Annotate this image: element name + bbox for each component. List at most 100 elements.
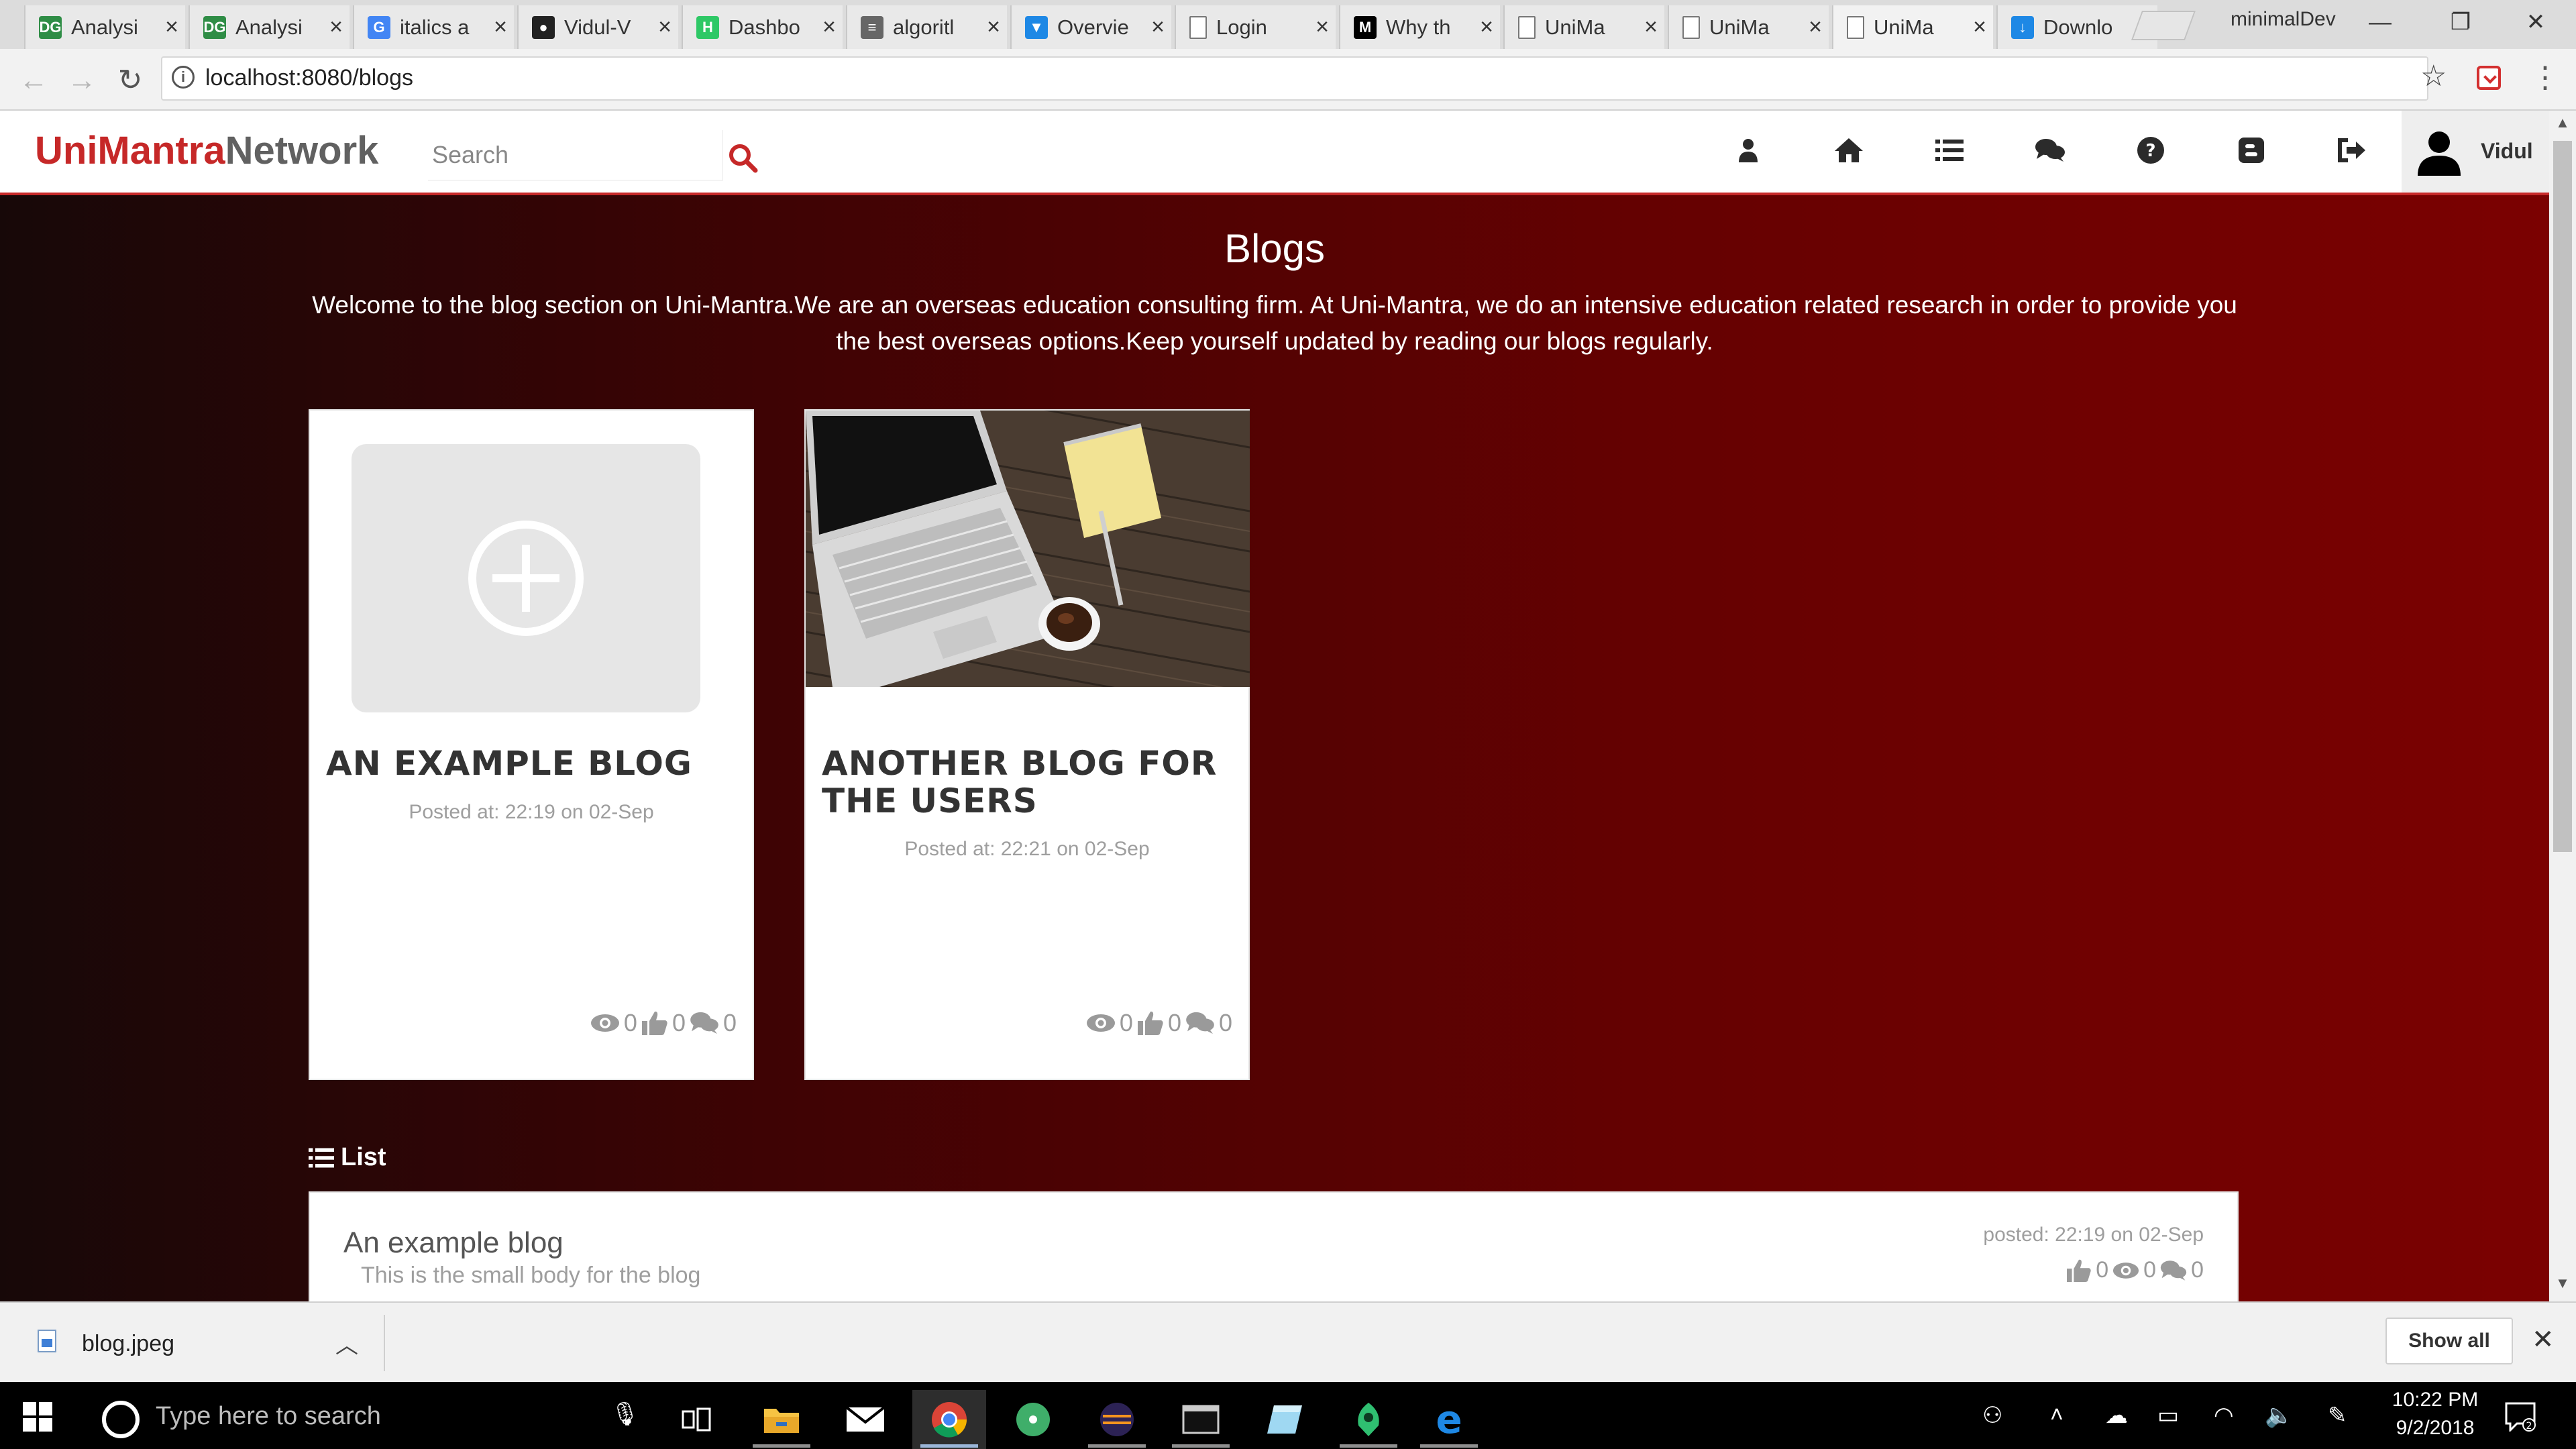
browser-tab[interactable]: ↓Downlo× <box>1996 5 2157 49</box>
blog-card-title[interactable]: ANOTHER BLOG FOR THE USERS <box>822 745 1238 820</box>
chevron-up-icon[interactable]: ˄ <box>2050 1402 2063 1428</box>
close-tab-icon[interactable]: × <box>323 14 350 40</box>
download-icon: ↓ <box>2011 15 2034 39</box>
address-bar[interactable] <box>161 56 2428 101</box>
browser-tab[interactable]: ▼ Overvie × <box>1010 5 1171 49</box>
new-tab-button[interactable] <box>2131 11 2196 40</box>
reload-button[interactable]: ↻ <box>110 60 150 101</box>
battery-icon[interactable]: ▭ <box>2157 1402 2179 1429</box>
page-icon <box>1847 15 1864 39</box>
atom-app-icon[interactable] <box>996 1390 1070 1449</box>
edge-icon[interactable]: e <box>1412 1390 1486 1449</box>
user-name[interactable]: Vidul <box>2481 139 2533 164</box>
blog-card-title[interactable]: AN EXAMPLE BLOG <box>326 745 742 782</box>
tab-title: italics a <box>400 15 470 39</box>
home-icon[interactable] <box>1815 130 1882 170</box>
close-tab-icon[interactable]: × <box>980 14 1007 40</box>
browser-tab[interactable]: ≡ algoritl × <box>846 5 1007 49</box>
cortana-icon[interactable] <box>102 1401 140 1438</box>
image-file-icon[interactable] <box>38 1330 56 1352</box>
browser-tab[interactable]: M Why th × <box>1339 5 1500 49</box>
blogger-icon[interactable] <box>2218 130 2285 170</box>
close-tab-icon[interactable]: × <box>816 14 843 40</box>
people-icon[interactable]: ⚇ <box>1982 1402 2002 1429</box>
svg-text:?: ? <box>2145 141 2155 161</box>
browser-tab[interactable]: Login × <box>1175 5 1336 49</box>
browser-tab[interactable]: UniMa × <box>1832 5 1993 49</box>
taskbar-clock-date[interactable]: 9/2/2018 <box>2388 1417 2482 1440</box>
shield-icon: ▼ <box>1025 15 1048 39</box>
chat-icon[interactable] <box>2017 130 2084 170</box>
pen-icon[interactable]: ✎ <box>2328 1402 2347 1429</box>
close-tab-icon[interactable]: × <box>158 14 185 40</box>
close-tab-icon[interactable]: × <box>1144 14 1171 40</box>
logout-icon[interactable] <box>2318 130 2385 170</box>
browser-tab[interactable]: Gitalics a × <box>353 5 514 49</box>
browser-tab[interactable]: UniMa × <box>1503 5 1664 49</box>
pocket-extension-icon[interactable] <box>2477 66 2501 90</box>
close-tab-icon[interactable]: × <box>1309 14 1336 40</box>
add-image-placeholder[interactable] <box>352 444 700 712</box>
action-center-icon[interactable]: 2 <box>2505 1402 2536 1438</box>
task-view-icon[interactable] <box>659 1390 733 1449</box>
restore-button[interactable]: ❐ <box>2427 4 2494 41</box>
url-text[interactable]: localhost:8080/blogs <box>205 65 413 91</box>
close-window-button[interactable]: ✕ <box>2502 4 2569 41</box>
taskbar-search-box[interactable]: Type here to search <box>156 1402 381 1431</box>
chevron-up-icon[interactable]: ︿ <box>335 1327 358 1360</box>
profile-icon[interactable] <box>1715 130 1782 170</box>
microphone-icon[interactable]: 🎙 <box>610 1401 639 1428</box>
blog-cover-image[interactable] <box>806 411 1250 687</box>
browser-tab[interactable]: H Dashbo × <box>682 5 843 49</box>
terminal-icon[interactable] <box>1164 1390 1238 1449</box>
list-icon[interactable] <box>1916 130 1983 170</box>
stackexchange-icon: ≡ <box>861 15 883 39</box>
volume-icon[interactable]: 🔈 <box>2265 1402 2293 1429</box>
browser-tab[interactable]: DG Analysi × <box>24 5 185 49</box>
download-filename[interactable]: blog.jpeg <box>82 1331 174 1357</box>
back-button[interactable]: ← <box>13 60 54 101</box>
brand-name-part2: Network <box>225 129 379 172</box>
chrome-icon[interactable] <box>912 1390 986 1449</box>
list-icon <box>309 1148 334 1167</box>
wifi-icon[interactable]: ◠ <box>2214 1402 2234 1429</box>
browser-tab[interactable]: ● Vidul-V × <box>517 5 678 49</box>
close-tab-icon[interactable]: × <box>651 14 678 40</box>
blog-card[interactable]: AN EXAMPLE BLOG Posted at: 22:19 on 02-S… <box>309 409 754 1080</box>
mail-icon[interactable] <box>828 1390 902 1449</box>
scroll-down-arrow[interactable]: ▼ <box>2553 1275 2572 1295</box>
scroll-up-arrow[interactable]: ▲ <box>2553 114 2572 134</box>
file-explorer-icon[interactable] <box>745 1390 818 1449</box>
search-input[interactable] <box>428 130 723 181</box>
close-tab-icon[interactable]: × <box>1966 14 1993 40</box>
sticky-app-icon[interactable] <box>1248 1390 1322 1449</box>
close-download-bar-icon[interactable]: ✕ <box>2532 1324 2555 1355</box>
bookmark-star-icon[interactable]: ☆ <box>2420 59 2447 93</box>
taskbar-clock-time[interactable]: 10:22 PM <box>2388 1389 2482 1411</box>
minimize-button[interactable]: — <box>2347 4 2414 41</box>
windows-start-icon[interactable] <box>23 1402 52 1432</box>
close-tab-icon[interactable]: × <box>1638 14 1664 40</box>
eclipse-icon[interactable] <box>1080 1390 1154 1449</box>
browser-tab[interactable]: UniMa × <box>1668 5 1829 49</box>
view-count: 0 <box>1119 1009 1133 1036</box>
list-item[interactable]: An example blog This is the small body f… <box>309 1191 2239 1312</box>
list-item-title[interactable]: An example blog <box>343 1226 564 1260</box>
browser-tab[interactable]: DG Analysi × <box>189 5 350 49</box>
search-icon[interactable] <box>726 141 759 174</box>
show-all-downloads-button[interactable]: Show all <box>2385 1318 2513 1364</box>
onedrive-icon[interactable]: ☁ <box>2105 1402 2128 1429</box>
close-tab-icon[interactable]: × <box>1473 14 1500 40</box>
brand-logo[interactable]: UniMantraNetwork <box>35 128 378 173</box>
avatar[interactable] <box>2415 127 2463 176</box>
browser-menu-icon[interactable]: ⋮ <box>2530 60 2560 95</box>
help-icon[interactable]: ? <box>2117 130 2184 170</box>
info-icon[interactable]: i <box>172 66 195 89</box>
blog-card[interactable]: ANOTHER BLOG FOR THE USERS Posted at: 22… <box>804 409 1250 1080</box>
close-tab-icon[interactable]: × <box>1802 14 1829 40</box>
forward-button[interactable]: → <box>62 60 102 101</box>
browser-profile-name[interactable]: minimalDev <box>2231 8 2336 31</box>
close-tab-icon[interactable]: × <box>487 14 514 40</box>
scrollbar-thumb[interactable] <box>2553 141 2572 852</box>
gitkraken-icon[interactable] <box>1332 1390 1405 1449</box>
